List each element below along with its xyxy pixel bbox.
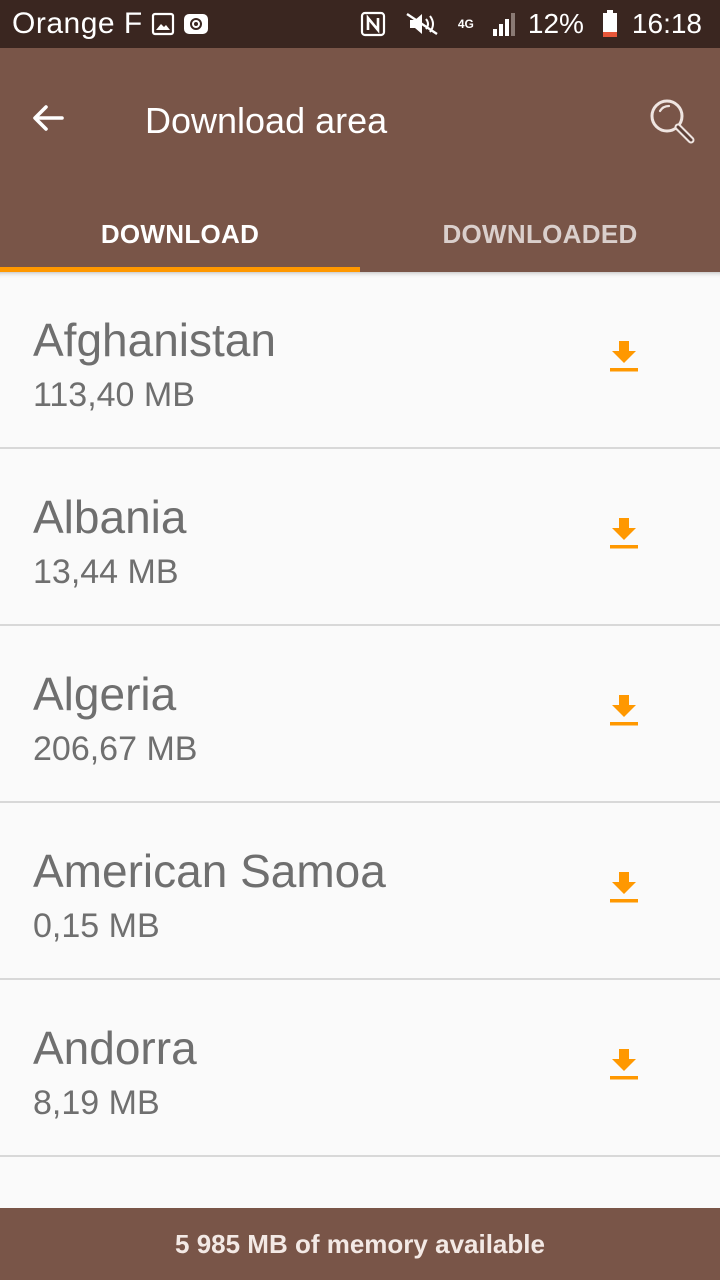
country-size: 206,67 MB (33, 730, 198, 768)
tab-bar: DOWNLOAD DOWNLOADED (0, 196, 720, 272)
clock: 16:18 (631, 8, 702, 39)
download-button[interactable] (600, 332, 648, 380)
signal-icon (492, 11, 518, 37)
country-name: Albania (33, 491, 187, 543)
country-size: 13,44 MB (33, 553, 179, 591)
download-button[interactable] (600, 1040, 648, 1088)
gallery-icon (151, 12, 175, 36)
country-name: Algeria (33, 668, 177, 720)
download-icon (610, 341, 638, 372)
country-size: 0,15 MB (33, 907, 160, 945)
list-item[interactable]: Afghanistan 113,40 MB (0, 272, 720, 449)
back-button[interactable] (26, 96, 70, 140)
tab-download-label: DOWNLOAD (100, 218, 260, 249)
tab-downloaded-label: DOWNLOADED (442, 218, 638, 249)
search-button[interactable] (645, 94, 699, 148)
at-sign-icon (183, 13, 209, 35)
network-type: 4G (457, 17, 474, 31)
memory-footer: 5 985 MB of memory available (0, 1208, 720, 1280)
battery-percent: 12% (527, 8, 584, 39)
download-icon (610, 872, 638, 903)
arrow-left-icon (33, 105, 64, 131)
country-size: 113,40 MB (33, 376, 195, 414)
nfc-icon (360, 11, 386, 37)
status-bar: Orange F 4G 12% 16:18 (0, 0, 720, 48)
download-button[interactable] (600, 863, 648, 911)
app-bar: Download area DOWNLOAD DOWNLOADED (0, 48, 720, 272)
memory-available-text: 5 985 MB of memory available (175, 1228, 545, 1259)
download-button[interactable] (600, 686, 648, 734)
list-item[interactable]: American Samoa 0,15 MB (0, 803, 720, 980)
country-name: American Samoa (33, 845, 386, 897)
list-item[interactable]: Albania 13,44 MB (0, 449, 720, 626)
download-icon (610, 518, 638, 549)
battery-icon (602, 10, 618, 38)
mute-icon (404, 11, 440, 37)
country-list[interactable]: Afghanistan 113,40 MB Albania 13,44 MB A… (0, 272, 720, 1208)
search-icon (650, 99, 695, 144)
download-icon (610, 1049, 638, 1080)
tab-download[interactable]: DOWNLOAD (0, 196, 360, 272)
country-name: Andorra (33, 1022, 197, 1074)
page-title: Download area (145, 100, 388, 141)
country-size: 8,19 MB (33, 1084, 160, 1122)
carrier-name: Orange F (12, 7, 143, 40)
country-name: Afghanistan (33, 314, 276, 366)
download-icon (610, 695, 638, 726)
list-item[interactable]: Andorra 8,19 MB (0, 980, 720, 1157)
list-item[interactable]: Algeria 206,67 MB (0, 626, 720, 803)
download-button[interactable] (600, 509, 648, 557)
tab-downloaded[interactable]: DOWNLOADED (360, 196, 720, 272)
